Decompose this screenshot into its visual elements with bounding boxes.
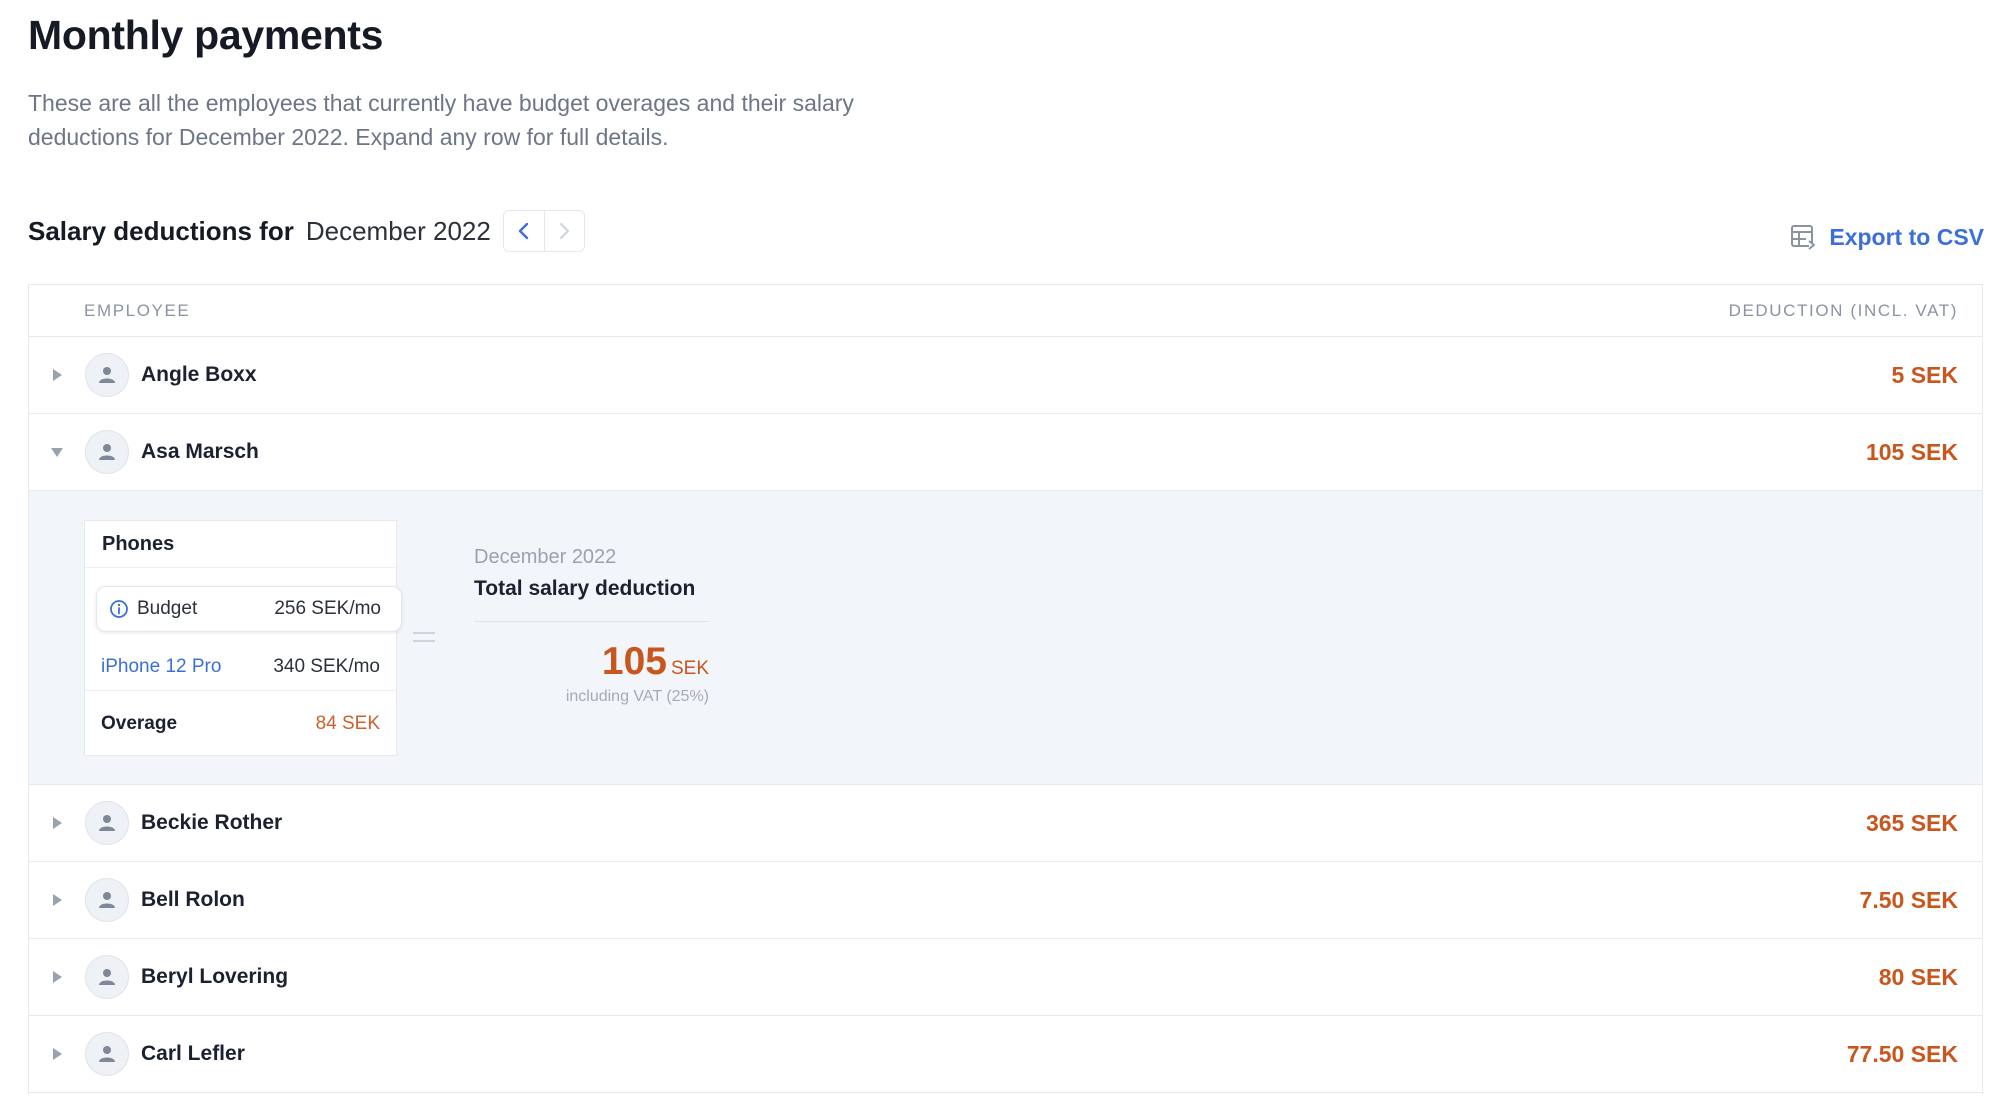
user-icon	[99, 444, 115, 460]
deduction-amount: 365 SEK	[1865, 809, 1958, 836]
table-export-icon	[1791, 225, 1816, 250]
caret-right-icon[interactable]	[49, 815, 65, 831]
table-row[interactable]: Beryl Lovering 80 SEK	[29, 939, 1982, 1016]
section-label: Salary deductions for	[28, 215, 294, 246]
user-icon	[99, 969, 115, 985]
overage-row: Overage 84 SEK	[85, 692, 396, 755]
table-row[interactable]: Angle Boxx 5 SEK	[29, 337, 1982, 414]
employee-name: Asa Marsch	[141, 440, 259, 463]
page-title: Monthly payments	[28, 12, 384, 58]
export-csv-label: Export to CSV	[1829, 223, 1984, 250]
employee-cell: Beryl Lovering	[49, 955, 288, 999]
user-icon	[99, 815, 115, 831]
chevron-right-icon	[560, 222, 570, 240]
previous-period-button[interactable]	[503, 211, 544, 251]
summary-currency: SEK	[670, 658, 709, 679]
budget-label: Budget	[137, 598, 198, 619]
caret-down-icon[interactable]	[49, 444, 65, 460]
summary-amount: 105	[601, 640, 667, 683]
deductions-table: EMPLOYEE DEDUCTION (INCL. VAT) Angle Box…	[28, 284, 1983, 1094]
avatar	[85, 801, 129, 845]
caret-right-icon[interactable]	[49, 367, 65, 383]
next-period-button[interactable]	[543, 211, 584, 251]
avatar	[85, 955, 129, 999]
caret-right-icon[interactable]	[49, 1046, 65, 1062]
budget-row[interactable]: Budget 256 SEK/mo	[96, 586, 402, 632]
phones-breakdown-card: Phones Budget 256 SEK/mo iPhone 12 Pro 3…	[84, 520, 402, 756]
table-row[interactable]: Carl Lefler 77.50 SEK	[29, 1016, 1982, 1093]
employee-name: Carl Lefler	[141, 1042, 245, 1065]
employee-cell: Beckie Rother	[49, 801, 282, 845]
info-icon	[110, 600, 128, 618]
summary-period: December 2022	[474, 546, 617, 568]
deduction-amount: 80 SEK	[1878, 963, 1958, 990]
employee-cell: Bell Rolon	[49, 878, 245, 922]
summary-title: Total salary deduction	[474, 577, 696, 600]
overage-label: Overage	[101, 712, 178, 734]
summary-vat-note: including VAT (25%)	[565, 688, 709, 705]
chevron-left-icon	[518, 222, 529, 240]
summary-divider	[474, 621, 709, 622]
device-row: iPhone 12 Pro 340 SEK/mo	[85, 643, 396, 691]
overage-value: 84 SEK	[315, 712, 380, 734]
section-header: Salary deductions for December 2022	[28, 208, 585, 254]
category-title: Phones	[85, 521, 396, 568]
employee-name: Bell Rolon	[141, 888, 245, 911]
deduction-amount: 7.50 SEK	[1859, 886, 1958, 913]
table-row[interactable]: Beckie Rother 365 SEK	[29, 785, 1982, 862]
device-link[interactable]: iPhone 12 Pro	[101, 656, 221, 678]
employee-name: Beryl Lovering	[141, 965, 289, 988]
employee-name: Angle Boxx	[141, 363, 257, 386]
monthly-payments-page: Monthly payments These are all the emplo…	[0, 0, 2012, 1116]
caret-right-icon[interactable]	[49, 969, 65, 985]
summary-amount-group: 105 SEK	[474, 640, 709, 684]
employee-name: Beckie Rother	[141, 811, 283, 834]
user-icon	[99, 1046, 115, 1062]
deduction-summary: December 2022 Total salary deduction 105…	[474, 546, 709, 706]
device-price: 340 SEK/mo	[273, 655, 380, 677]
table-row[interactable]: Bell Rolon 7.50 SEK	[29, 862, 1982, 939]
budget-value: 256 SEK/mo	[274, 598, 381, 619]
user-icon	[99, 892, 115, 908]
deduction-detail-panel: Phones Budget 256 SEK/mo iPhone 12 Pro 3…	[29, 491, 1982, 785]
deduction-amount: 77.50 SEK	[1846, 1040, 1958, 1067]
equals-sign	[413, 632, 435, 642]
column-header-deduction: DEDUCTION (INCL. VAT)	[1728, 300, 1958, 320]
page-intro: These are all the employees that current…	[28, 90, 854, 150]
deduction-amount: 5 SEK	[1891, 361, 1958, 388]
caret-right-icon[interactable]	[49, 892, 65, 908]
deduction-amount: 105 SEK	[1865, 438, 1958, 465]
table-row[interactable]: Asa Marsch 105 SEK	[29, 414, 1982, 491]
employee-cell: Carl Lefler	[49, 1032, 245, 1076]
table-header: EMPLOYEE DEDUCTION (INCL. VAT)	[29, 285, 1982, 337]
budget-label-group: Budget	[109, 598, 197, 620]
export-csv-button[interactable]: Export to CSV	[1789, 220, 1984, 254]
user-icon	[99, 367, 115, 383]
avatar	[85, 878, 129, 922]
employee-cell: Angle Boxx	[49, 353, 257, 397]
column-header-employee: EMPLOYEE	[84, 300, 191, 320]
avatar	[85, 353, 129, 397]
employee-cell: Asa Marsch	[49, 430, 259, 474]
avatar	[85, 1032, 129, 1076]
period-pager	[502, 210, 585, 252]
avatar	[85, 430, 129, 474]
period-label: December 2022	[305, 215, 491, 246]
